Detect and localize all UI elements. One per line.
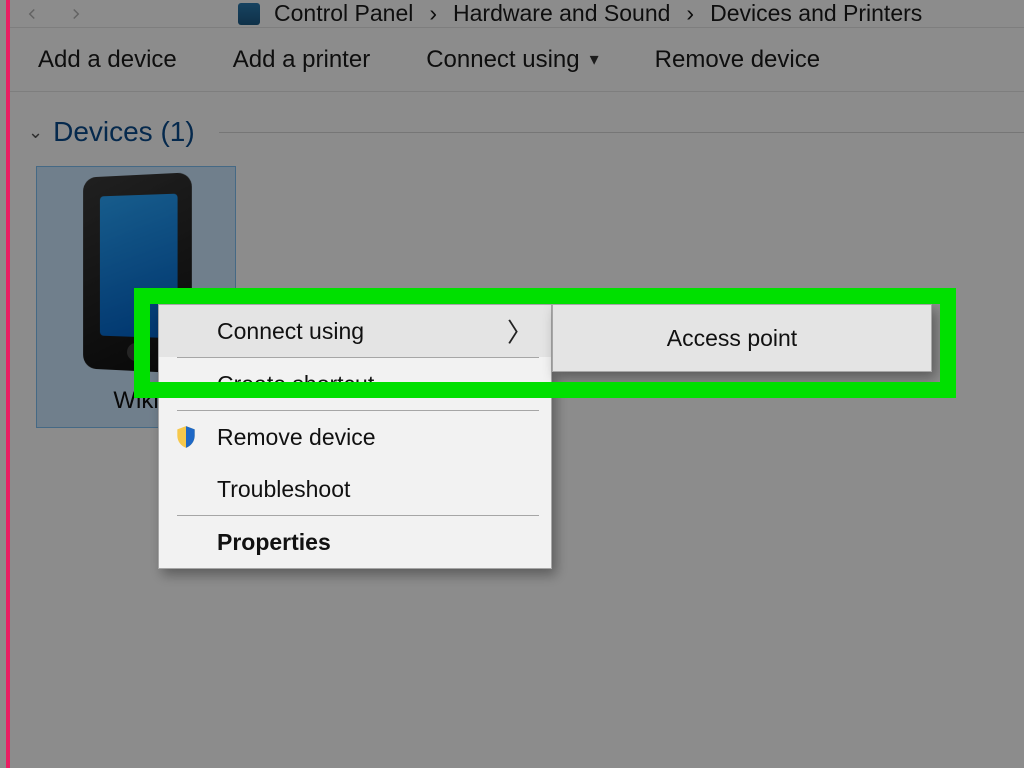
section-title: Devices (1) xyxy=(53,116,195,148)
menu-item-connect-using[interactable]: Connect using 〉 xyxy=(159,305,551,357)
devices-section-header[interactable]: ⌄ Devices (1) xyxy=(10,92,1024,156)
menu-item-create-shortcut[interactable]: Create shortcut xyxy=(159,358,551,410)
address-bar[interactable]: Control Panel › Hardware and Sound › Dev… xyxy=(10,0,1024,28)
menu-item-properties[interactable]: Properties xyxy=(159,516,551,568)
divider xyxy=(219,132,1024,133)
shield-icon xyxy=(173,424,199,450)
chevron-right-icon: › xyxy=(678,0,702,27)
add-device-button[interactable]: Add a device xyxy=(38,46,177,74)
control-panel-icon xyxy=(238,3,260,25)
chevron-down-icon: ▾ xyxy=(590,49,599,70)
nav-forward-button[interactable] xyxy=(54,0,98,28)
context-submenu: Access point xyxy=(552,304,932,372)
submenu-item-access-point[interactable]: Access point xyxy=(553,305,931,371)
command-toolbar: Add a device Add a printer Connect using… xyxy=(10,28,1024,92)
chevron-right-icon: 〉 xyxy=(507,313,533,350)
chevron-down-icon: ⌄ xyxy=(28,122,43,143)
context-menu: Connect using 〉 Create shortcut Remove d… xyxy=(158,304,552,569)
connect-using-dropdown[interactable]: Connect using ▾ xyxy=(426,46,598,74)
menu-item-remove-device[interactable]: Remove device xyxy=(159,411,551,463)
add-printer-button[interactable]: Add a printer xyxy=(233,46,370,74)
breadcrumb-item[interactable]: Devices and Printers xyxy=(702,0,930,27)
remove-device-button[interactable]: Remove device xyxy=(655,46,820,74)
menu-item-troubleshoot[interactable]: Troubleshoot xyxy=(159,463,551,515)
nav-back-button[interactable] xyxy=(10,0,54,28)
breadcrumb-item[interactable]: Hardware and Sound xyxy=(445,0,678,27)
breadcrumb-item[interactable]: Control Panel xyxy=(266,0,421,27)
chevron-right-icon: › xyxy=(421,0,445,27)
